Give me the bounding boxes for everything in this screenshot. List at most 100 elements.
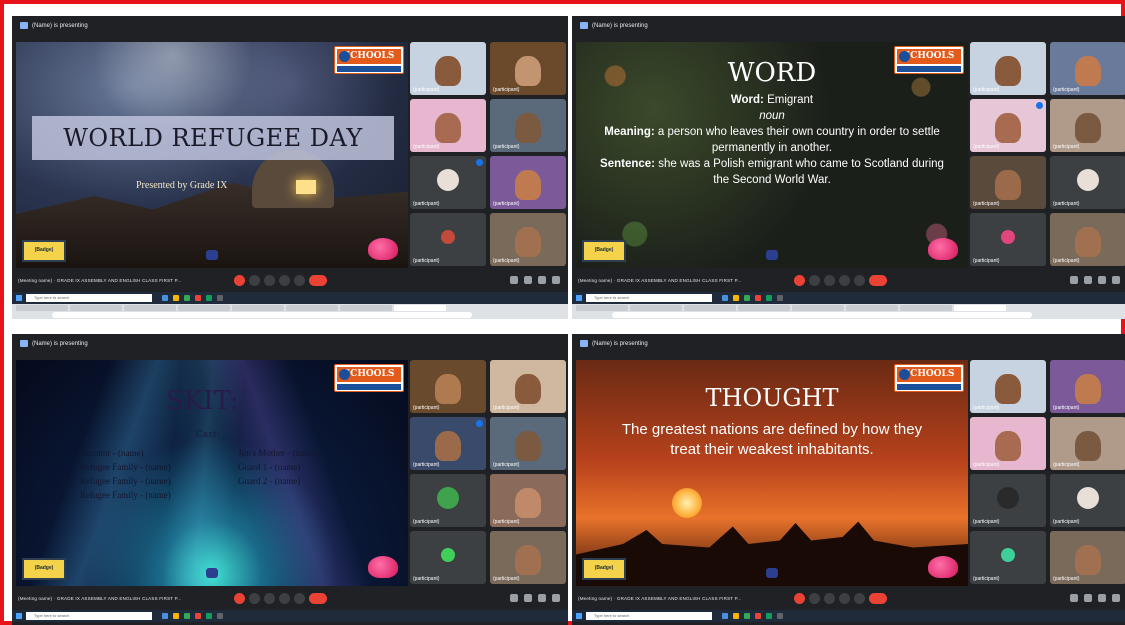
more-options-button[interactable] [294,593,305,604]
participant-tile[interactable]: (participant) [490,360,566,413]
app-icon[interactable] [755,613,761,619]
browser-tab[interactable] [178,305,230,311]
app-icon[interactable] [195,295,201,301]
participant-tile[interactable]: (participant) [1050,213,1125,266]
participant-tile[interactable]: (participant) [410,417,486,470]
windows-start-icon[interactable] [576,613,582,619]
mic-off-button[interactable] [234,275,245,286]
participant-tile[interactable]: (participant) [490,213,566,266]
app-icon[interactable] [766,295,772,301]
taskbar-search-input[interactable]: Type here to search [586,612,712,620]
browser-tab[interactable] [70,305,122,311]
chat-icon[interactable] [1098,276,1106,284]
participant-tile[interactable]: (participant) [410,213,486,266]
app-icon[interactable] [733,295,739,301]
app-icon[interactable] [173,613,179,619]
app-icon[interactable] [744,613,750,619]
people-icon[interactable] [524,276,532,284]
captions-button[interactable] [824,593,835,604]
windows-start-icon[interactable] [576,295,582,301]
present-button[interactable] [839,593,850,604]
info-icon[interactable] [1070,276,1078,284]
more-options-button[interactable] [294,275,305,286]
present-button[interactable] [279,275,290,286]
chat-icon[interactable] [1098,594,1106,602]
app-icon[interactable] [733,613,739,619]
browser-tab[interactable] [576,305,628,311]
app-icon[interactable] [206,613,212,619]
leave-call-button[interactable] [869,593,887,604]
windows-start-icon[interactable] [16,613,22,619]
app-icon[interactable] [755,295,761,301]
participant-tile[interactable]: (participant) [970,417,1046,470]
browser-tab[interactable] [684,305,736,311]
participant-tile[interactable]: (participant) [1050,42,1125,95]
activities-icon[interactable] [1112,276,1120,284]
camera-button[interactable] [809,593,820,604]
camera-button[interactable] [809,275,820,286]
more-options-button[interactable] [854,593,865,604]
browser-tab[interactable] [846,305,898,311]
app-icon[interactable] [777,295,783,301]
app-icon[interactable] [777,613,783,619]
browser-tab[interactable] [16,305,68,311]
participant-tile[interactable]: (participant) [410,474,486,527]
app-icon[interactable] [744,295,750,301]
participant-tile[interactable]: (participant) [410,99,486,152]
captions-button[interactable] [264,593,275,604]
app-icon[interactable] [217,613,223,619]
camera-button[interactable] [249,593,260,604]
app-icon[interactable] [173,295,179,301]
activities-icon[interactable] [552,276,560,284]
address-bar[interactable] [52,312,472,318]
app-icon[interactable] [162,295,168,301]
app-icon[interactable] [766,613,772,619]
participant-tile[interactable]: (participant) [490,42,566,95]
activities-icon[interactable] [1112,594,1120,602]
app-icon[interactable] [184,295,190,301]
participant-tile[interactable]: (participant) [970,531,1046,584]
browser-tab[interactable] [900,305,952,311]
participant-tile[interactable]: (participant) [1050,531,1125,584]
present-button[interactable] [279,593,290,604]
people-icon[interactable] [1084,276,1092,284]
browser-tab[interactable] [286,305,338,311]
participant-tile[interactable]: (participant) [970,42,1046,95]
app-icon[interactable] [722,295,728,301]
info-icon[interactable] [510,276,518,284]
taskbar-search-input[interactable]: Type here to search [26,294,152,302]
mic-off-button[interactable] [794,275,805,286]
captions-button[interactable] [264,275,275,286]
browser-tab-active[interactable] [394,305,446,311]
people-icon[interactable] [1084,594,1092,602]
participant-tile[interactable]: (participant) [490,417,566,470]
chat-icon[interactable] [538,276,546,284]
browser-tab[interactable] [232,305,284,311]
participant-tile[interactable]: (participant) [970,213,1046,266]
browser-tab[interactable] [738,305,790,311]
participant-tile[interactable]: (participant) [1050,474,1125,527]
present-button[interactable] [839,275,850,286]
taskbar-search-input[interactable]: Type here to search [26,612,152,620]
participant-tile[interactable]: (participant) [410,531,486,584]
participant-tile[interactable]: (participant) [490,474,566,527]
info-icon[interactable] [510,594,518,602]
leave-call-button[interactable] [309,275,327,286]
browser-tab[interactable] [630,305,682,311]
app-icon[interactable] [722,613,728,619]
participant-tile[interactable]: (participant) [970,360,1046,413]
mic-off-button[interactable] [794,593,805,604]
participant-tile[interactable]: (participant) [490,156,566,209]
participant-tile[interactable]: (participant) [1050,99,1125,152]
taskbar-search-input[interactable]: Type here to search [586,294,712,302]
participant-tile[interactable]: (participant) [490,531,566,584]
app-icon[interactable] [184,613,190,619]
participant-tile[interactable]: (participant) [1050,156,1125,209]
leave-call-button[interactable] [309,593,327,604]
participant-tile[interactable]: (participant) [410,360,486,413]
participant-tile[interactable]: (participant) [1050,417,1125,470]
participant-tile[interactable]: (participant) [1050,360,1125,413]
captions-button[interactable] [824,275,835,286]
people-icon[interactable] [524,594,532,602]
browser-tab[interactable] [792,305,844,311]
